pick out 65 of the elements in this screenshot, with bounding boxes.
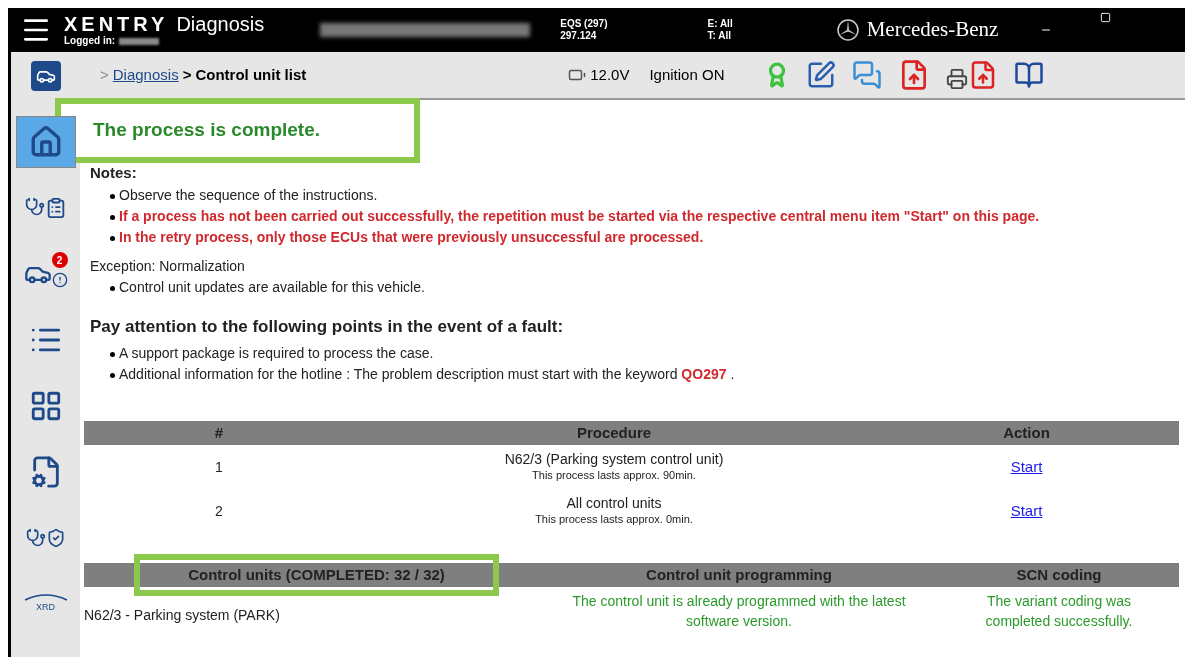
bullet-icon xyxy=(110,373,115,378)
sidebar-item[interactable]: 2 xyxy=(15,248,76,300)
column-header: Procedure xyxy=(354,421,874,445)
edit-note-button[interactable] xyxy=(806,60,837,90)
note-item: Observe the sequence of the instructions. xyxy=(119,185,378,205)
fault-heading: Pay attention to the following points in the event of a fault: xyxy=(90,315,565,338)
bullet-icon xyxy=(110,193,115,199)
warning-note: In the retry process, only those ECUs that were previously unsuccessful are processed. xyxy=(119,227,704,247)
ignition-status: Ignition ON xyxy=(649,64,725,85)
chat-button[interactable] xyxy=(852,60,883,90)
voltage-reading: 12.0V xyxy=(590,64,630,85)
app-subtitle: Diagnosis xyxy=(176,14,265,34)
manual-button[interactable] xyxy=(1014,60,1045,90)
brand-name: Mercedes-Benz xyxy=(866,16,999,44)
exception-heading: Exception: Normalization xyxy=(90,256,246,276)
column-header: SCN coding xyxy=(1016,565,1102,583)
vehicle-code: 297.124 xyxy=(560,30,598,43)
app-name: XENTRY xyxy=(64,14,169,34)
breadcrumb-separator: > xyxy=(182,64,192,85)
note-item: Control unit updates are available for this vehicle. xyxy=(119,277,425,297)
bullet-icon xyxy=(110,235,115,241)
status-message: The process is complete. xyxy=(93,119,321,140)
vehicle-button[interactable] xyxy=(30,61,61,91)
filter-e: E: All xyxy=(707,17,733,30)
column-header: Control unit programming xyxy=(646,565,832,583)
notification-badge: 2 xyxy=(51,252,68,268)
warning-note: If a process has not been carried out successfully, the repetition must be started via the respective central menu item "Start" on this page. xyxy=(119,206,1040,226)
book-icon xyxy=(1014,60,1045,90)
printer-icon xyxy=(946,68,969,90)
procedure-duration: This process lasts approx. 0min. xyxy=(534,512,694,527)
procedure-name: All control units xyxy=(565,495,663,513)
notes-heading: Notes: xyxy=(90,164,138,181)
start-link[interactable]: Start xyxy=(1010,501,1043,519)
star-logo-icon xyxy=(836,19,859,41)
bullet-icon xyxy=(110,285,115,291)
table-cell: The variant coding was completed successfully. xyxy=(939,587,1179,631)
bullet-icon xyxy=(110,352,115,357)
maximize-icon xyxy=(1100,12,1112,23)
logged-in-label: Logged in: xyxy=(64,36,116,46)
filter-t: T: All xyxy=(707,30,732,43)
breadcrumb-separator: > xyxy=(100,64,109,85)
table-cell-text: 2 xyxy=(214,501,224,521)
stethoscope-clipboard-icon xyxy=(24,197,67,219)
car-outline-icon xyxy=(23,593,68,602)
procedure-name: N62/3 (Parking system control unit) xyxy=(503,451,725,469)
table-cell: 1 xyxy=(84,445,354,489)
chat-bubbles-icon xyxy=(852,60,883,90)
note-item: A support package is required to process the case. xyxy=(119,344,434,363)
note-item: Additional information for the hotline : The problem description must start with the keyword QO297 . xyxy=(119,365,735,384)
sidebar-item[interactable] xyxy=(15,116,76,168)
vehicle-model: EQS (297) xyxy=(560,17,608,30)
maximize-button[interactable] xyxy=(1100,12,1112,23)
pencil-note-icon xyxy=(806,60,837,90)
breadcrumb-link[interactable]: Diagnosis xyxy=(112,63,179,87)
start-link[interactable]: Start xyxy=(1010,457,1043,475)
column-header: # xyxy=(84,421,354,445)
column-header: Action xyxy=(874,421,1179,445)
table-cell: N62/3 - Parking system (PARK) xyxy=(84,587,539,631)
procedure-duration: This process lasts approx. 90min. xyxy=(531,468,697,483)
table-cell: The control unit is already programmed with the latest software version. xyxy=(539,587,939,631)
blurred-username xyxy=(119,37,160,45)
sidebar-item[interactable]: XRD xyxy=(15,578,76,630)
breadcrumb-current: Control unit list xyxy=(195,64,307,85)
stethoscope-shield-icon xyxy=(25,528,66,548)
bullet-icon xyxy=(110,214,115,220)
